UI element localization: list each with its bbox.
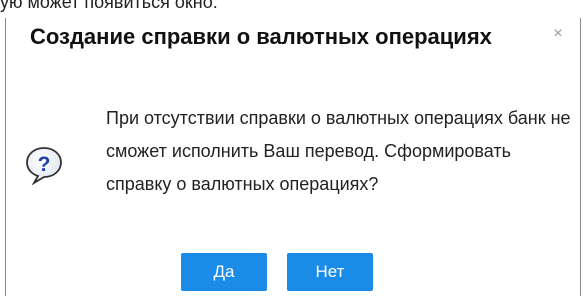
close-icon[interactable]: × (550, 26, 566, 42)
dialog-title: Создание справки о валютных операциях (30, 24, 492, 49)
dialog-message: При отсутствии справки о валютных операц… (106, 108, 571, 194)
svg-text:?: ? (38, 153, 51, 176)
currency-operations-dialog: Создание справки о валютных операциях × … (5, 18, 581, 296)
question-icon: ? (24, 145, 64, 186)
yes-button[interactable]: Да (181, 253, 267, 291)
no-button[interactable]: Нет (287, 253, 373, 291)
dialog-buttons: Да Нет (181, 253, 373, 291)
background-text: ую может появиться окно: (0, 0, 218, 12)
